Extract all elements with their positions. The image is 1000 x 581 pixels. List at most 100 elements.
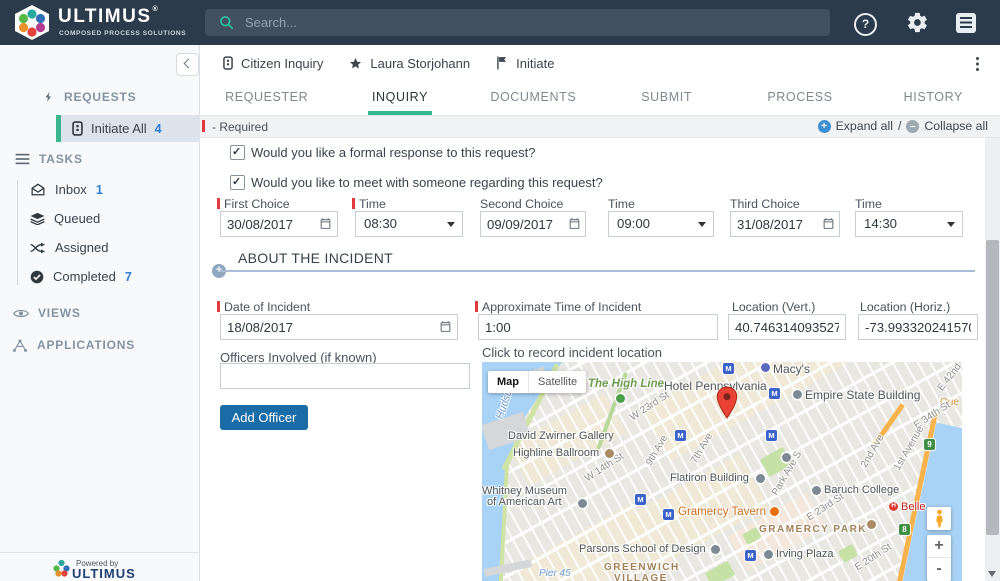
meet-someone-checkbox[interactable] <box>230 175 245 190</box>
location-horiz-input[interactable] <box>858 314 978 340</box>
map-marker-pin[interactable] <box>715 386 739 419</box>
flag-icon <box>496 56 508 70</box>
approx-time-input[interactable] <box>478 314 718 340</box>
calendar-icon[interactable] <box>568 217 581 230</box>
tab-bar: REQUESTER INQUIRY DOCUMENTS SUBMIT PROCE… <box>200 81 1000 115</box>
tab-process[interactable]: PROCESS <box>733 81 866 115</box>
route-badge: 9 <box>924 439 935 450</box>
officers-input[interactable] <box>220 363 470 389</box>
sidebar-section-applications[interactable]: APPLICATIONS <box>12 338 135 352</box>
inbox-envelope-icon <box>30 183 46 196</box>
first-time-select[interactable]: 08:30 <box>355 211 463 237</box>
inbox-count: 1 <box>96 183 103 197</box>
required-legend-bar: - Required Expand all / Collapse all <box>200 115 1000 138</box>
completed-label: Completed <box>53 269 116 284</box>
sidebar-item-initiate-all[interactable]: Initiate All 4 <box>56 115 211 142</box>
brand-subtitle: COMPOSED PROCESS SOLUTIONS <box>59 30 186 37</box>
calendar-icon[interactable] <box>822 217 835 230</box>
second-choice-label: Second Choice <box>480 197 563 211</box>
flatiron-poi-icon <box>756 474 765 483</box>
search-input[interactable] <box>205 9 830 36</box>
tasks-list-icon <box>15 153 30 165</box>
gramercy-tavern-poi-icon <box>770 507 779 516</box>
tab-submit[interactable]: SUBMIT <box>600 81 733 115</box>
collapse-all-icon[interactable] <box>906 120 919 133</box>
section-divider <box>220 270 975 272</box>
zoom-out-button[interactable]: - <box>927 558 951 581</box>
map-label: Parsons School of Design <box>579 543 706 555</box>
bellevue-hospital-icon <box>889 502 898 511</box>
sidebar-collapse-button[interactable] <box>176 53 199 76</box>
brand-title: ULTIMUS <box>58 6 159 28</box>
map-type-map-button[interactable]: Map <box>488 371 528 393</box>
map-label: Empire State Building <box>805 388 920 402</box>
map-label: Macy's <box>773 362 810 376</box>
views-label: VIEWS <box>38 306 81 320</box>
breadcrumb: Citizen Inquiry Laura Storjohann Initiat… <box>223 45 554 81</box>
calendar-icon[interactable] <box>439 320 452 333</box>
subway-icon <box>675 430 686 441</box>
breadcrumb-process[interactable]: Citizen Inquiry <box>223 56 323 71</box>
required-red-mark <box>202 120 205 132</box>
tab-history[interactable]: HISTORY <box>867 81 1000 115</box>
tab-inquiry[interactable]: INQUIRY <box>333 81 466 115</box>
kebab-menu-icon[interactable] <box>976 57 979 60</box>
parsons-poi-icon <box>711 545 720 554</box>
calendar-icon[interactable] <box>319 217 332 230</box>
completed-check-icon <box>30 270 44 284</box>
location-vert-input[interactable] <box>728 314 846 340</box>
tasks-tree-line <box>17 180 18 285</box>
third-choice-label: Third Choice <box>730 197 800 211</box>
expand-all-icon[interactable] <box>818 120 831 133</box>
completed-count: 7 <box>125 270 132 284</box>
first-time-label: Time <box>352 197 386 211</box>
scrollbar-thumb[interactable] <box>986 240 999 535</box>
tab-documents[interactable]: DOCUMENTS <box>467 81 600 115</box>
required-mark <box>352 198 355 209</box>
required-mark <box>217 198 220 209</box>
pegman-streetview-control[interactable] <box>927 507 951 530</box>
map-label: Gramercy Tavern <box>678 506 766 518</box>
sidebar-item-queued[interactable]: Queued <box>30 211 100 226</box>
requests-label: REQUESTS <box>64 90 136 104</box>
attraction-poi-icon <box>782 453 791 462</box>
sidebar-item-assigned[interactable]: Assigned <box>30 240 108 255</box>
menu-list-icon[interactable] <box>956 13 976 33</box>
add-officer-button[interactable]: Add Officer <box>220 405 308 430</box>
sidebar-item-completed[interactable]: Completed 7 <box>30 269 132 284</box>
map-caption: Click to record incident location <box>482 345 662 360</box>
section-title-about-incident: ABOUT THE INCIDENT <box>238 250 393 266</box>
help-icon[interactable] <box>854 13 877 36</box>
sidebar-section-tasks[interactable]: TASKS <box>15 152 83 166</box>
scrollbar-down-arrow[interactable] <box>988 571 996 581</box>
collapse-all-link[interactable]: Collapse all <box>924 119 988 133</box>
pegman-icon <box>934 509 945 528</box>
required-mark <box>475 301 478 312</box>
expand-all-link[interactable]: Expand all <box>836 119 893 133</box>
tab-requester[interactable]: REQUESTER <box>200 81 333 115</box>
sidebar-item-inbox[interactable]: Inbox 1 <box>30 182 103 197</box>
initiate-all-count: 4 <box>155 122 162 136</box>
map-area-label: VILLAGE <box>614 573 668 581</box>
subway-icon <box>635 494 646 505</box>
irving-plaza-poi-icon <box>764 550 773 559</box>
search-icon <box>219 15 234 30</box>
settings-gear-icon[interactable] <box>906 11 929 34</box>
zoom-in-button[interactable]: + <box>927 535 951 558</box>
approx-time-label: Approximate Time of Incident <box>475 300 641 314</box>
breadcrumb-process-label: Citizen Inquiry <box>241 56 323 71</box>
sidebar-section-requests[interactable]: REQUESTS <box>43 90 136 104</box>
formal-response-checkbox[interactable] <box>230 145 245 160</box>
queued-label: Queued <box>54 211 100 226</box>
map-type-satellite-button[interactable]: Satellite <box>528 371 586 393</box>
breadcrumb-action[interactable]: Initiate <box>496 56 554 71</box>
date-of-incident-input[interactable] <box>220 314 458 340</box>
breadcrumb-user-label: Laura Storjohann <box>370 56 470 71</box>
breadcrumb-user[interactable]: Laura Storjohann <box>349 56 470 71</box>
second-time-select[interactable]: 09:00 <box>608 211 714 237</box>
process-doc-icon <box>223 56 233 70</box>
expand-collapse-separator: / <box>898 119 901 133</box>
third-time-select[interactable]: 14:30 <box>855 211 963 237</box>
sidebar-section-views[interactable]: VIEWS <box>13 306 81 320</box>
incident-location-map[interactable]: Pier 62 The High Line Hotel Pennsylvania… <box>482 362 962 581</box>
